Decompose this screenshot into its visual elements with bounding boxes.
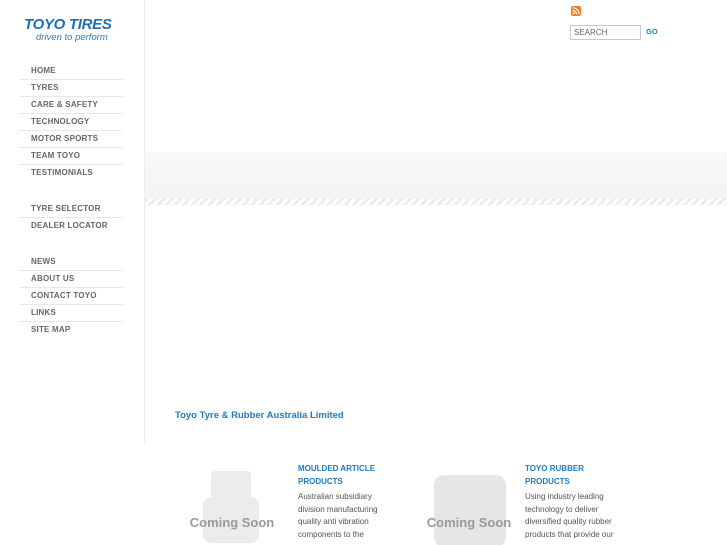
moulded-products-description: Australian subsidiary division manufactu… xyxy=(298,491,388,541)
tools-nav: TYRE SELECTOR DEALER LOCATOR xyxy=(19,201,123,235)
main-nav: HOME TYRES CARE & SAFETY TECHNOLOGY MOTO… xyxy=(19,63,123,182)
nav-item-about-us[interactable]: ABOUT US xyxy=(19,271,123,288)
description-line: quality anti vibration xyxy=(298,517,369,526)
description-line: products that provide our xyxy=(525,529,614,539)
product-title-line: TOYO RUBBER xyxy=(525,464,584,473)
nav-item-home[interactable]: HOME xyxy=(19,63,123,80)
nav-item-news[interactable]: NEWS xyxy=(19,254,123,271)
nav-item-dealer-locator[interactable]: DEALER LOCATOR xyxy=(19,218,123,235)
nav-item-site-map[interactable]: SITE MAP xyxy=(19,322,123,339)
rubber-products-image[interactable]: Coming Soon xyxy=(426,467,512,545)
nav-item-links[interactable]: LINKS xyxy=(19,305,123,322)
moulded-products-image[interactable]: Coming Soon xyxy=(189,467,275,545)
nav-item-motor-sports[interactable]: MOTOR SPORTS xyxy=(19,131,123,148)
logo-tagline: driven to perform xyxy=(36,32,108,43)
nav-item-team-toyo[interactable]: TEAM TOYO xyxy=(19,148,123,165)
logo-brand: TOYO TIRES xyxy=(24,16,112,33)
product-title-line: PRODUCTS xyxy=(525,476,570,486)
nav-item-tyres[interactable]: TYRES xyxy=(19,80,123,97)
description-line: division manufacturing xyxy=(298,504,378,514)
nav-item-technology[interactable]: TECHNOLOGY xyxy=(19,114,123,131)
nav-item-care-safety[interactable]: CARE & SAFETY xyxy=(19,97,123,114)
rubber-products-title[interactable]: TOYO RUBBER PRODUCTS xyxy=(525,463,615,488)
description-line: Australian subsidiary xyxy=(298,492,372,501)
product-title-line: PRODUCTS xyxy=(298,476,343,486)
description-line: components to the xyxy=(298,529,364,539)
info-nav: NEWS ABOUT US CONTACT TOYO LINKS SITE MA… xyxy=(19,254,123,339)
search-go-button[interactable]: GO xyxy=(646,27,658,36)
moulded-products-title[interactable]: MOULDED ARTICLE PRODUCTS xyxy=(298,463,388,488)
banner-band-edge xyxy=(145,199,727,205)
product-placeholder-shape xyxy=(434,475,506,545)
description-line: diversified quality rubber xyxy=(525,517,612,526)
description-line: Using industry leading xyxy=(525,492,604,501)
rss-icon[interactable] xyxy=(571,6,581,16)
description-line: technology to deliver xyxy=(525,504,599,514)
nav-item-tyre-selector[interactable]: TYRE SELECTOR xyxy=(19,201,123,218)
coming-soon-label: Coming Soon xyxy=(189,515,275,530)
product-title-line: MOULDED ARTICLE xyxy=(298,464,376,473)
site-logo[interactable]: TOYO TIRES driven to perform xyxy=(24,16,124,43)
nav-item-testimonials[interactable]: TESTIMONIALS xyxy=(19,165,123,182)
search-input[interactable] xyxy=(570,25,641,40)
company-heading[interactable]: Toyo Tyre & Rubber Australia Limited xyxy=(175,410,344,421)
banner-band xyxy=(145,152,727,204)
coming-soon-label: Coming Soon xyxy=(426,515,512,530)
sidebar: TOYO TIRES driven to perform HOME TYRES … xyxy=(0,0,145,445)
nav-item-contact-toyo[interactable]: CONTACT TOYO xyxy=(19,288,123,305)
rubber-products-description: Using industry leading technology to del… xyxy=(525,491,615,541)
